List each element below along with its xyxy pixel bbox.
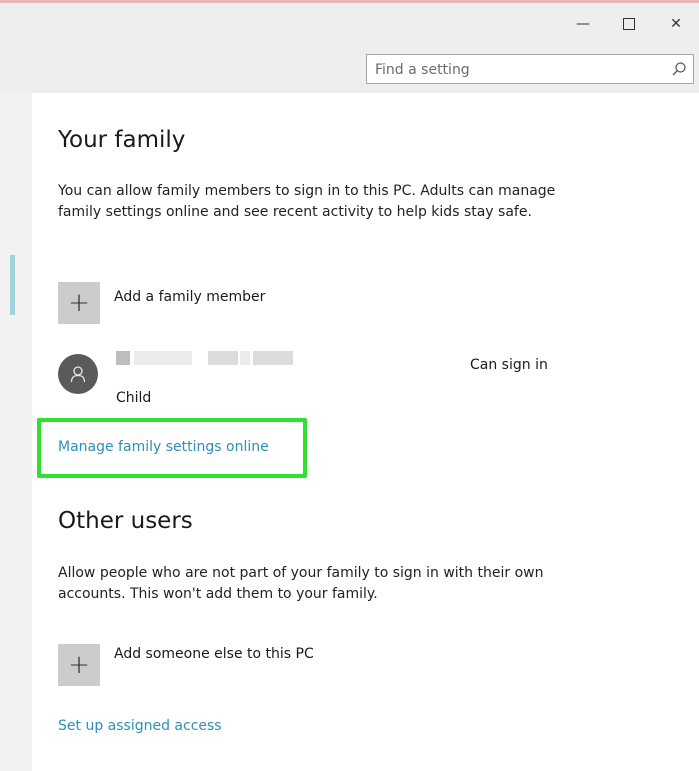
avatar[interactable] <box>58 354 98 394</box>
other-users-heading: Other users <box>58 508 193 534</box>
search-input[interactable] <box>367 55 667 85</box>
maximize-button[interactable] <box>606 3 652 45</box>
set-up-assigned-access-link[interactable]: Set up assigned access <box>58 718 222 734</box>
add-family-member-button[interactable]: + <box>58 282 100 324</box>
your-family-heading: Your family <box>58 127 186 153</box>
search-icon[interactable] <box>671 61 687 77</box>
add-someone-else-button[interactable]: + <box>58 644 100 686</box>
title-bar: — ✕ <box>0 3 699 45</box>
member-role: Child <box>116 390 152 406</box>
member-status: Can sign in <box>470 357 548 373</box>
maximize-icon <box>623 18 635 30</box>
close-icon: ✕ <box>670 16 682 32</box>
plus-icon: + <box>68 650 90 680</box>
minimize-icon: — <box>576 16 590 32</box>
close-button[interactable]: ✕ <box>653 3 699 45</box>
search-box[interactable] <box>366 54 694 85</box>
add-family-member-label[interactable]: Add a family member <box>114 289 265 305</box>
plus-icon: + <box>68 288 90 318</box>
left-nav-strip <box>0 93 32 771</box>
minimize-button[interactable]: — <box>560 3 606 45</box>
search-bar-row <box>0 45 699 93</box>
add-someone-else-label[interactable]: Add someone else to this PC <box>114 646 314 662</box>
person-icon <box>70 366 86 383</box>
other-users-description: Allow people who are not part of your fa… <box>58 565 544 602</box>
family-description: You can allow family members to sign in … <box>58 183 556 220</box>
manage-family-settings-link[interactable]: Manage family settings online <box>58 439 269 455</box>
nav-selection-indicator <box>10 255 15 315</box>
